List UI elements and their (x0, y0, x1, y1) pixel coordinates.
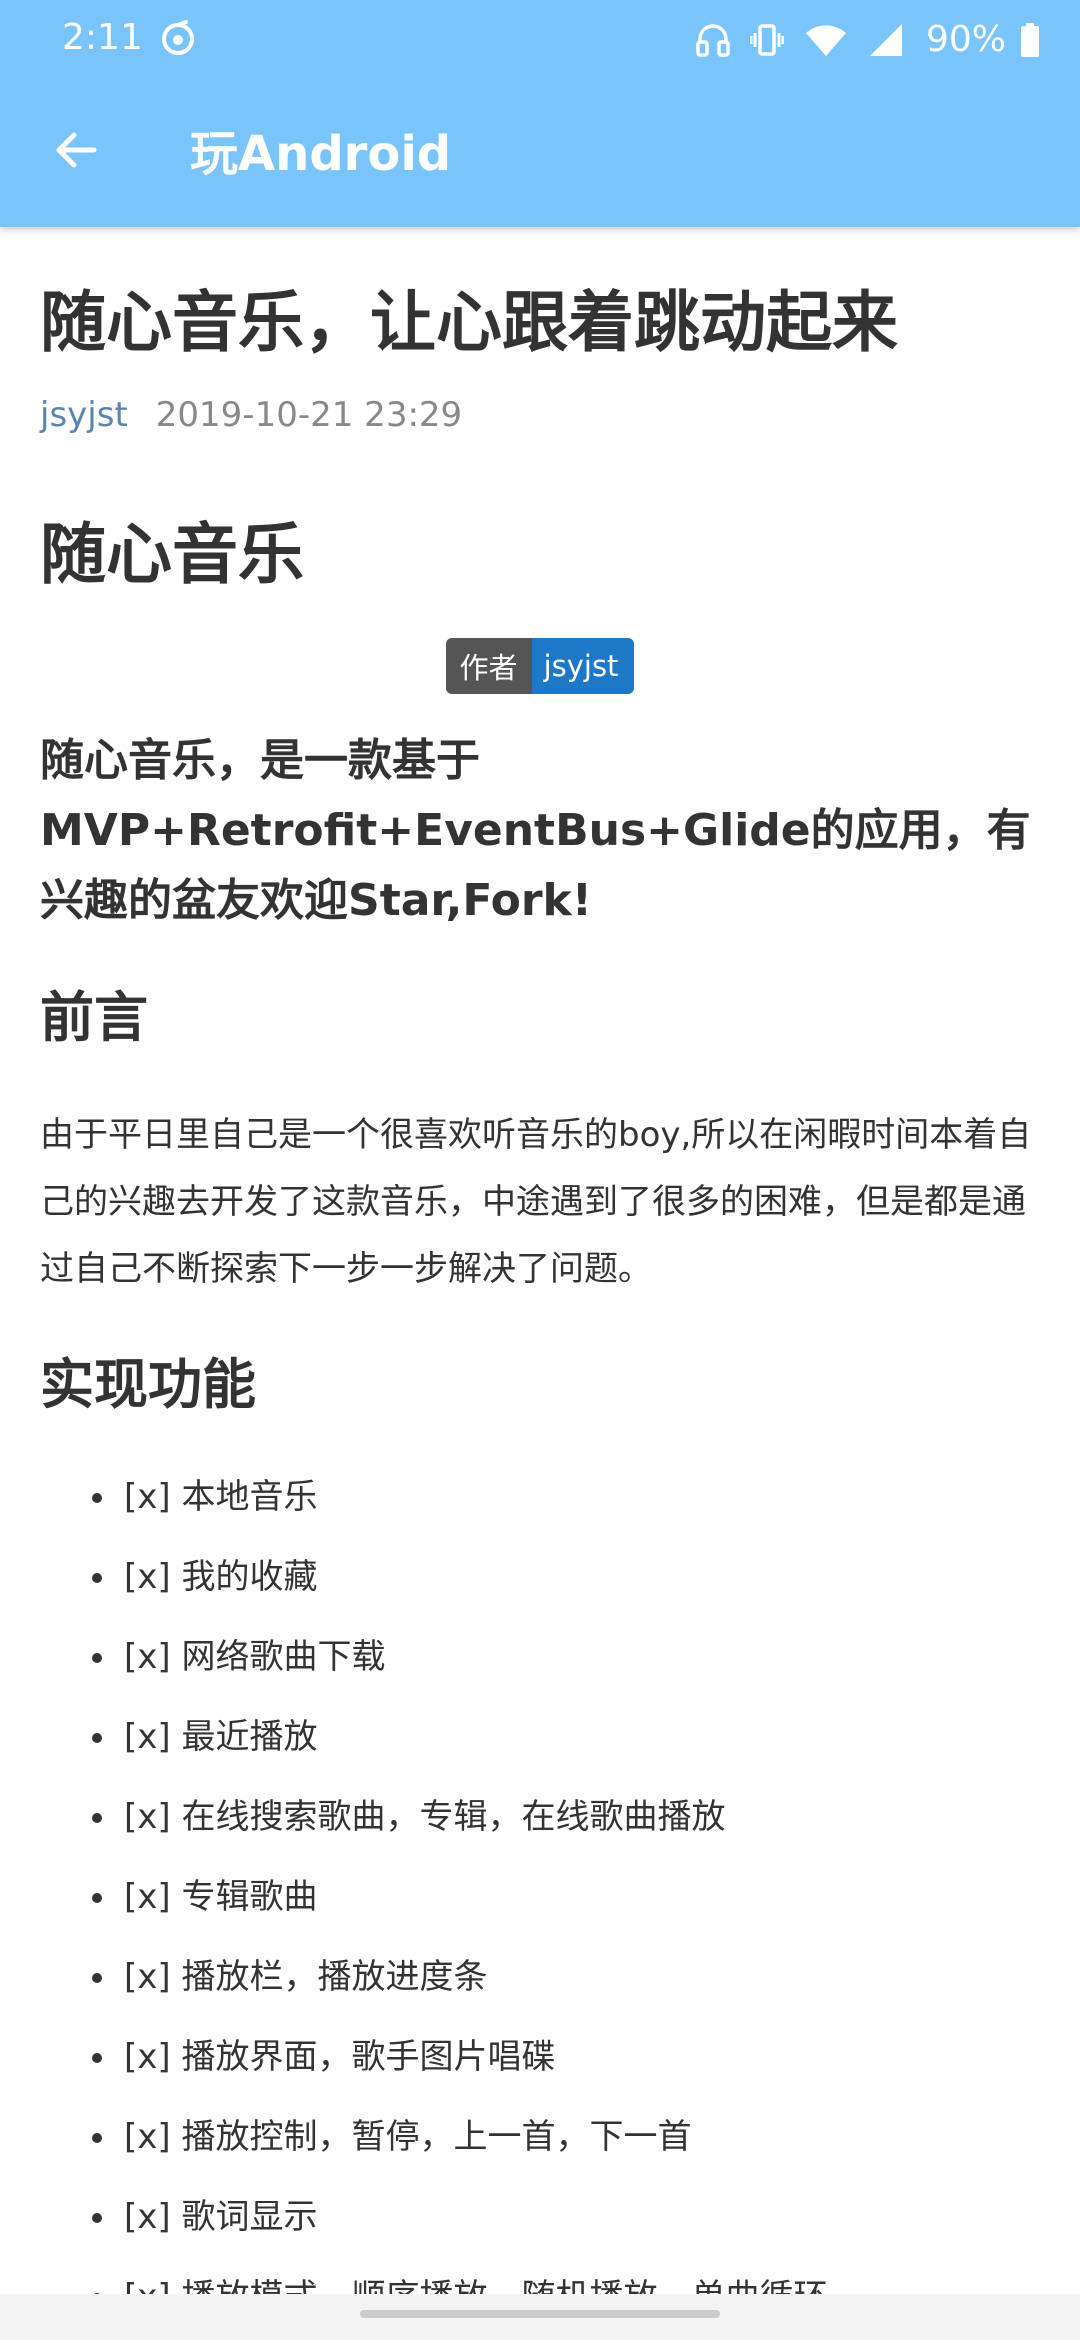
bullet-icon (92, 1973, 102, 1983)
feature-item: [x] 本地音乐 (40, 1457, 1040, 1537)
feature-text: [x] 播放栏，播放进度条 (124, 1957, 488, 1997)
feature-text: [x] 在线搜索歌曲，专辑，在线歌曲播放 (124, 1797, 726, 1837)
project-heading: 随心音乐 (40, 516, 304, 593)
toolbar-title: 玩Android (190, 126, 452, 182)
feature-item: [x] 在线搜索歌曲，专辑，在线歌曲播放 (40, 1777, 1040, 1857)
signal-icon (868, 22, 904, 58)
back-button[interactable] (44, 120, 108, 184)
feature-item: [x] 播放控制，暂停，上一首，下一首 (40, 2097, 1040, 2177)
feature-item: [x] 网络歌曲下载 (40, 1617, 1040, 1697)
badge-value: jsyjst (531, 638, 635, 694)
headphones-icon (696, 22, 730, 58)
badge-label: 作者 (445, 638, 532, 694)
bullet-icon (92, 1813, 102, 1823)
preface-heading: 前言 (40, 986, 148, 1049)
bullet-icon (92, 1573, 102, 1583)
feature-text: [x] 我的收藏 (124, 1557, 318, 1597)
status-icons: 90% (676, 18, 1040, 62)
app-header: 2:11 90% 玩Android (0, 0, 1080, 227)
bullet-icon (92, 1733, 102, 1743)
bullet-icon (92, 2133, 102, 2143)
features-heading: 实现功能 (40, 1353, 256, 1416)
feature-item: [x] 歌词显示 (40, 2177, 1040, 2257)
feature-list: [x] 本地音乐 [x] 我的收藏 [x] 网络歌曲下载 [x] 最近播放 [x] 在线… (40, 1457, 1040, 2337)
feature-item: [x] 专辑歌曲 (40, 1857, 1040, 1937)
feature-text: [x] 本地音乐 (124, 1477, 318, 1517)
feature-item: [x] 播放界面，歌手图片唱碟 (40, 2017, 1040, 2097)
bullet-icon (92, 1493, 102, 1503)
feature-text: [x] 最近播放 (124, 1717, 318, 1757)
battery-icon (1020, 22, 1040, 58)
article-meta: jsyjst 2019-10-21 23:29 (40, 390, 1040, 440)
navigation-bar (0, 2294, 1080, 2340)
intro-heading: 随心音乐，是一款基于MVP+Retrofit+EventBus+Glide的应用… (40, 735, 1031, 926)
feature-item: [x] 最近播放 (40, 1697, 1040, 1777)
bullet-icon (92, 1653, 102, 1663)
article-title: 随心音乐，让心跟着跳动起来 (40, 284, 898, 361)
bullet-icon (92, 1893, 102, 1903)
bullet-icon (92, 2053, 102, 2063)
badge-row: 作者 jsyjst (40, 638, 1040, 696)
toolbar: 玩Android (0, 80, 1080, 227)
app-notification-icon (160, 20, 196, 56)
gesture-handle[interactable] (360, 2310, 720, 2318)
preface-paragraph: 由于平日里自己是一个很喜欢听音乐的boy,所以在闲暇时间本着自己的兴趣去开发了这… (40, 1115, 1032, 1289)
status-bar: 2:11 90% (0, 0, 1080, 80)
feature-text: [x] 播放界面，歌手图片唱碟 (124, 2037, 556, 2077)
battery-percent: 90% (925, 19, 1006, 60)
author-badge[interactable]: 作者 jsyjst (445, 638, 635, 694)
feature-item: [x] 我的收藏 (40, 1537, 1040, 1617)
feature-item: [x] 播放栏，播放进度条 (40, 1937, 1040, 2017)
status-time: 2:11 (62, 17, 143, 58)
arrow-left-icon (52, 126, 100, 178)
publish-date: 2019-10-21 23:29 (155, 395, 463, 435)
author-link[interactable]: jsyjst (40, 395, 128, 435)
feature-text: [x] 播放控制，暂停，上一首，下一首 (124, 2117, 692, 2157)
wifi-icon (804, 22, 848, 58)
vibrate-icon (749, 22, 784, 58)
feature-text: [x] 专辑歌曲 (124, 1877, 318, 1917)
feature-text: [x] 歌词显示 (124, 2197, 318, 2237)
feature-text: [x] 网络歌曲下载 (124, 1637, 386, 1677)
bullet-icon (92, 2213, 102, 2223)
article-content[interactable]: 随心音乐，让心跟着跳动起来 jsyjst 2019-10-21 23:29 随心… (40, 280, 1040, 2337)
